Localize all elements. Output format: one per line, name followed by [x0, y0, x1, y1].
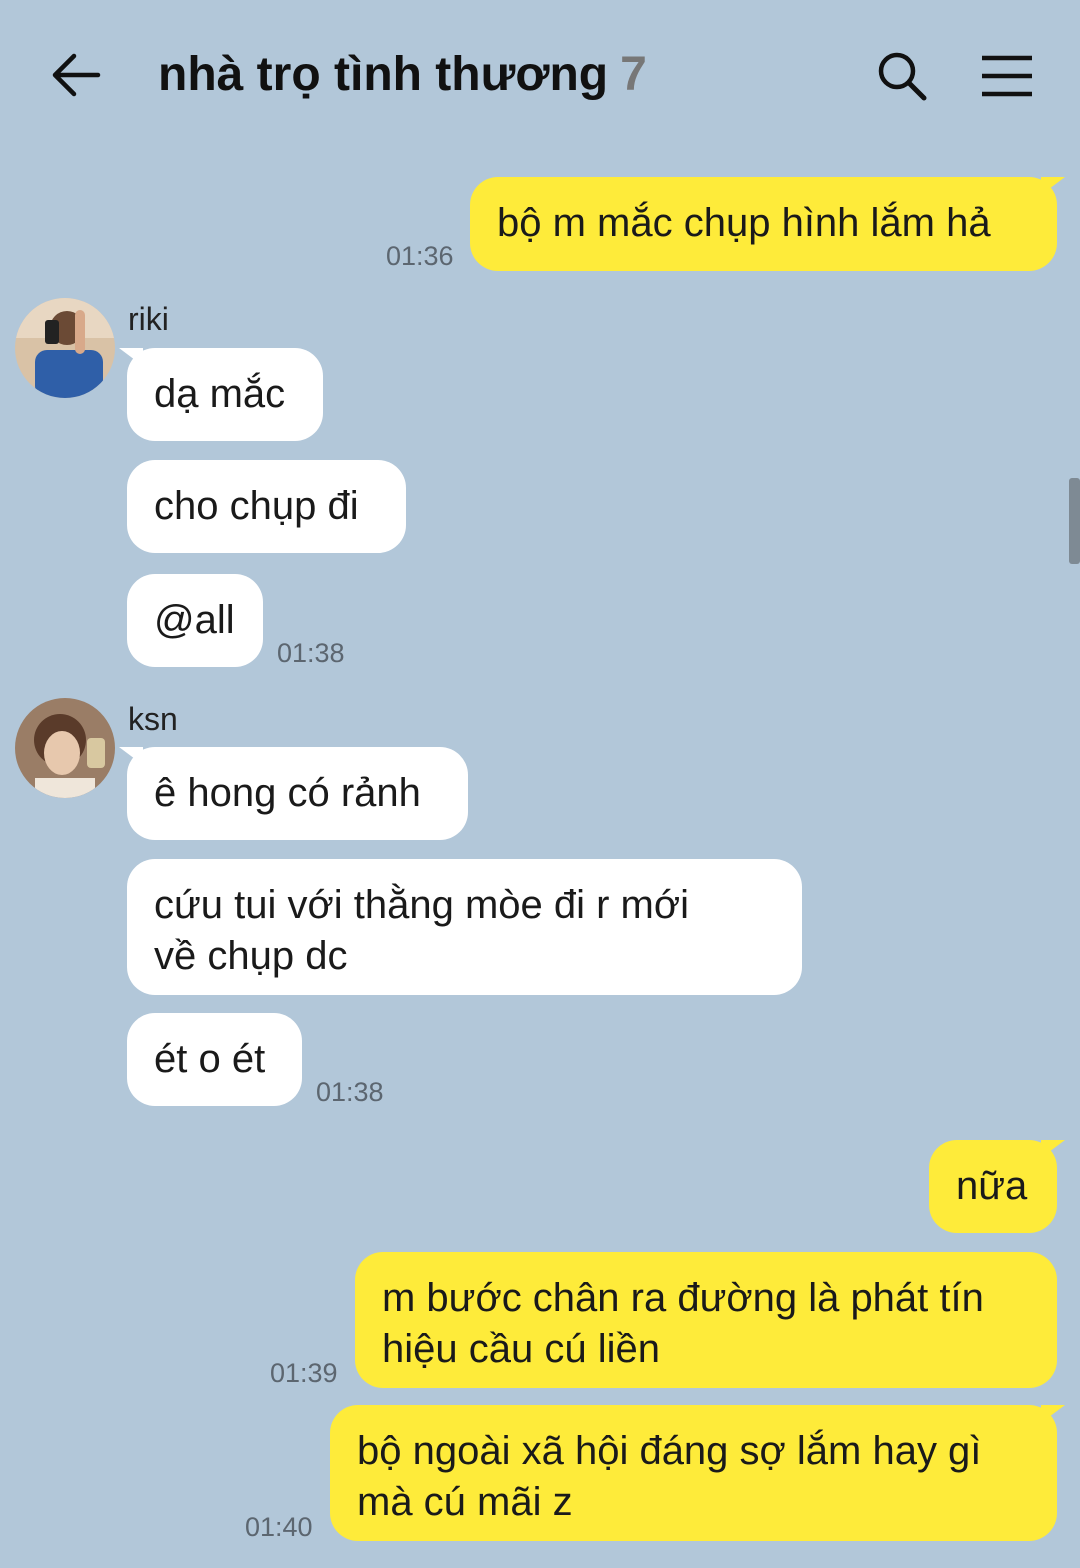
message-text: ê hong có rảnh	[154, 771, 421, 815]
message-text: @all	[154, 598, 235, 642]
message-text: nữa	[956, 1164, 1028, 1208]
avatar-ksn[interactable]	[15, 698, 115, 798]
outgoing-message[interactable]: bộ m mắc chụp hình lắm hả	[470, 177, 1065, 271]
message-text-line: hiệu cầu cú liền	[382, 1327, 660, 1371]
chat-title: nhà trọ tình thương 7	[158, 45, 647, 105]
message-text-line: mà cú mãi z	[357, 1480, 573, 1524]
message-text-line: bộ ngoài xã hội đáng sợ lắm hay gì	[357, 1429, 982, 1473]
incoming-message[interactable]: ét o ét	[127, 1013, 302, 1106]
menu-icon[interactable]	[980, 54, 1034, 98]
member-count: 7	[620, 48, 647, 101]
incoming-message[interactable]: cho chụp đi	[127, 460, 406, 553]
outgoing-message[interactable]: m bước chân ra đường là phát tín hiệu cầ…	[355, 1252, 1057, 1388]
scrollbar[interactable]	[1069, 478, 1080, 564]
outgoing-message[interactable]: nữa	[929, 1140, 1065, 1233]
message-text-line: cứu tui với thằng mòe đi r mới	[154, 883, 689, 927]
message-time: 01:40	[245, 1512, 313, 1542]
message-text: cho chụp đi	[154, 484, 359, 528]
chat-header: nhà trọ tình thương 7	[0, 0, 1080, 150]
sender-name: ksn	[128, 701, 178, 737]
back-arrow-icon[interactable]	[50, 50, 102, 100]
message-time: 01:36	[386, 241, 454, 271]
incoming-message[interactable]: @all	[127, 574, 263, 667]
chat-title-text: nhà trọ tình thương	[158, 48, 609, 101]
sender-name: riki	[128, 301, 169, 337]
message-time: 01:38	[316, 1077, 384, 1107]
avatar-riki[interactable]	[15, 298, 115, 398]
message-text-line: m bước chân ra đường là phát tín	[382, 1276, 984, 1320]
message-text: ét o ét	[154, 1037, 266, 1081]
message-time: 01:39	[270, 1358, 338, 1388]
incoming-message[interactable]: cứu tui với thằng mòe đi r mới về chụp d…	[127, 859, 802, 995]
message-text-line: về chụp dc	[154, 934, 348, 978]
incoming-message[interactable]: dạ mắc	[119, 348, 323, 441]
search-icon[interactable]	[876, 50, 928, 102]
message-text: dạ mắc	[154, 372, 286, 416]
message-text: bộ m mắc chụp hình lắm hả	[497, 201, 991, 245]
outgoing-message[interactable]: bộ ngoài xã hội đáng sợ lắm hay gì mà cú…	[330, 1405, 1065, 1541]
incoming-message[interactable]: ê hong có rảnh	[119, 747, 468, 840]
message-time: 01:38	[277, 638, 345, 668]
